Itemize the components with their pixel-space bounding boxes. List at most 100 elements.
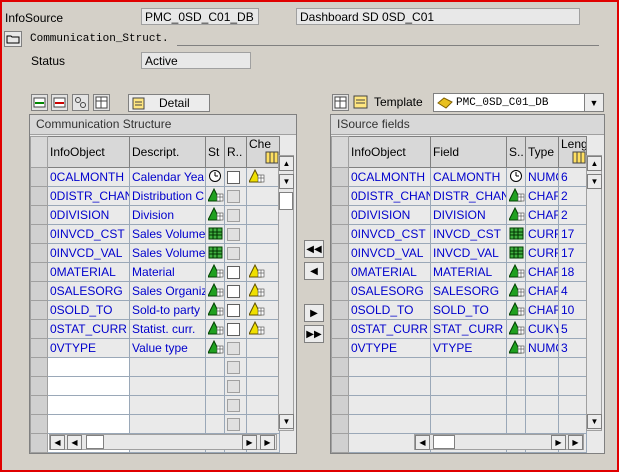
r-cell[interactable] <box>224 167 247 187</box>
field-cell[interactable]: INVCD_CST <box>430 224 507 244</box>
infoobject-cell[interactable]: 0SALESORG <box>348 281 431 301</box>
column-header-st[interactable]: St <box>205 136 225 168</box>
table-row[interactable]: 0DISTR_CHANDISTR_CHAN CHAR2 <box>331 186 587 206</box>
field-cell[interactable]: INVCD_VAL <box>430 243 507 263</box>
detail-button[interactable]: Detail <box>128 94 210 112</box>
row-selector[interactable] <box>331 224 349 244</box>
table-row[interactable]: 0DISTR_CHAN Distribution C <box>30 186 280 206</box>
row-selector[interactable] <box>331 357 349 377</box>
row-selector[interactable] <box>331 262 349 282</box>
table-row[interactable]: 0DIVISION DIVISION CHAR2 <box>331 205 587 225</box>
left-scroll-first-button[interactable]: ◀ <box>50 435 65 450</box>
right-scroll-down-button[interactable]: ▼ <box>587 174 602 189</box>
r-cell[interactable] <box>224 319 247 339</box>
right-vertical-scrollbar[interactable]: ▲ ▼ ▼ <box>586 155 602 431</box>
field-cell[interactable]: MATERIAL <box>430 262 507 282</box>
table-row[interactable]: 0SALESORG Sales Organiz <box>30 281 280 301</box>
left-horizontal-scrollbar[interactable]: ◀ ◀ ▶ ▶ <box>49 434 277 450</box>
row-selector[interactable] <box>30 357 48 377</box>
right-scroll-first-button[interactable]: ◀ <box>415 435 430 450</box>
transfer-all-left-button[interactable]: ◀◀ <box>304 240 324 258</box>
row-selector[interactable] <box>331 395 349 415</box>
checkbox[interactable] <box>227 266 240 280</box>
row-selector[interactable] <box>30 414 48 434</box>
infoobject-cell[interactable]: 0INVCD_VAL <box>348 243 431 263</box>
row-selector[interactable] <box>30 262 48 282</box>
description-cell[interactable]: Calendar Yea <box>129 167 206 187</box>
row-selector[interactable] <box>30 433 48 453</box>
comm-struct-toggle-button[interactable] <box>4 31 22 47</box>
row-selector[interactable] <box>331 281 349 301</box>
row-selector[interactable] <box>331 243 349 263</box>
column-settings-icon[interactable] <box>265 151 279 167</box>
table-row-empty[interactable] <box>331 395 587 415</box>
select-all-column[interactable] <box>30 136 48 168</box>
infoobject-cell[interactable] <box>47 357 130 377</box>
table-row[interactable]: 0VTYPE VTYPE NUMC3 <box>331 338 587 358</box>
table-row-empty[interactable] <box>331 376 587 396</box>
table-row[interactable]: 0INVCD_CST INVCD_CST CURR17 <box>331 224 587 244</box>
table-row-empty[interactable] <box>331 414 587 434</box>
row-selector[interactable] <box>331 205 349 225</box>
checkbox[interactable] <box>227 304 240 318</box>
infoobject-cell[interactable]: 0DISTR_CHAN <box>348 186 431 206</box>
column-header-infoobject[interactable]: InfoObject <box>348 136 431 168</box>
description-cell[interactable]: Division <box>129 205 206 225</box>
right-table-settings-button[interactable] <box>332 94 349 111</box>
description-cell[interactable]: Sales Volume <box>129 224 206 244</box>
infoobject-cell[interactable]: 0MATERIAL <box>47 262 130 282</box>
r-cell[interactable] <box>224 262 247 282</box>
table-row[interactable]: 0INVCD_VAL INVCD_VAL CURR17 <box>331 243 587 263</box>
column-header-r[interactable]: R.. <box>224 136 247 168</box>
template-dropdown-button[interactable]: ▼ <box>584 94 603 111</box>
left-scroll-thumb[interactable] <box>279 192 293 210</box>
field-cell[interactable]: VTYPE <box>430 338 507 358</box>
row-selector[interactable] <box>331 338 349 358</box>
field-cell[interactable]: STAT_CURR <box>430 319 507 339</box>
table-row[interactable]: 0MATERIAL Material <box>30 262 280 282</box>
left-scroll-right-button[interactable]: ▶ <box>242 435 257 450</box>
table-settings-button[interactable] <box>93 94 110 111</box>
transfer-left-button[interactable]: ◀ <box>304 262 324 280</box>
row-selector[interactable] <box>30 319 48 339</box>
delete-row-button[interactable] <box>51 94 68 111</box>
infoobject-cell[interactable] <box>47 376 130 396</box>
infoobject-cell[interactable]: 0DIVISION <box>348 205 431 225</box>
right-horizontal-scrollbar[interactable]: ◀ ▶ ▶ <box>414 434 584 450</box>
table-row[interactable]: 0VTYPE Value type <box>30 338 280 358</box>
left-scroll-up-button[interactable]: ▲ <box>279 156 294 171</box>
row-selector[interactable] <box>30 205 48 225</box>
description-cell[interactable]: Sales Volume <box>129 243 206 263</box>
right-scroll-bottom-button[interactable]: ▼ <box>587 414 602 429</box>
field-cell[interactable]: SOLD_TO <box>430 300 507 320</box>
checkbox[interactable] <box>227 285 240 299</box>
row-selector[interactable] <box>30 186 48 206</box>
left-scroll-last-button[interactable]: ▶ <box>260 435 275 450</box>
table-row-empty[interactable] <box>30 357 280 377</box>
description-cell[interactable]: Material <box>129 262 206 282</box>
infoobject-cell[interactable]: 0MATERIAL <box>348 262 431 282</box>
table-row-empty[interactable] <box>331 357 587 377</box>
table-row[interactable]: 0CALMONTH CALMONTH NUMC6 <box>331 167 587 187</box>
description-cell[interactable]: Sales Organiz <box>129 281 206 301</box>
row-selector[interactable] <box>331 167 349 187</box>
select-all-column[interactable] <box>331 136 349 168</box>
infoobject-cell[interactable]: 0SOLD_TO <box>348 300 431 320</box>
row-selector[interactable] <box>331 414 349 434</box>
column-header-field[interactable]: Field <box>430 136 507 168</box>
right-scroll-up-button[interactable]: ▲ <box>587 156 602 171</box>
table-row-empty[interactable] <box>30 414 280 434</box>
infoobject-cell[interactable]: 0CALMONTH <box>47 167 130 187</box>
row-selector[interactable] <box>30 338 48 358</box>
infoobject-cell[interactable] <box>47 414 130 434</box>
table-row[interactable]: 0SALESORG SALESORG CHAR4 <box>331 281 587 301</box>
template-select[interactable]: PMC_0SD_C01_DB ▼ <box>433 93 604 112</box>
infoobject-cell[interactable]: 0SALESORG <box>47 281 130 301</box>
transfer-all-right-button[interactable]: ▶▶ <box>304 325 324 343</box>
infoobject-cell[interactable]: 0STAT_CURR <box>348 319 431 339</box>
left-scroll-down-button[interactable]: ▼ <box>279 174 294 189</box>
infoobject-cell[interactable]: 0SOLD_TO <box>47 300 130 320</box>
table-row-empty[interactable] <box>30 376 280 396</box>
infoobject-cell[interactable]: 0VTYPE <box>348 338 431 358</box>
infosource-field[interactable]: PMC_0SD_C01_DB <box>141 8 259 25</box>
